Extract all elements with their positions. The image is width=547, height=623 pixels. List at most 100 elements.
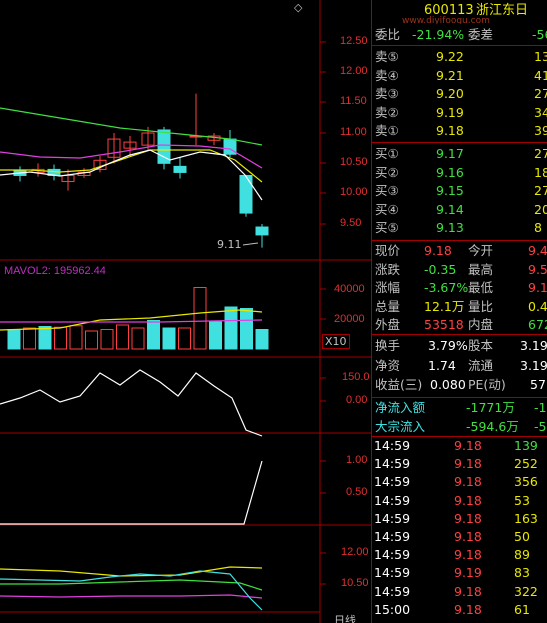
- volume-bar: [162, 327, 176, 350]
- buy-price: 9.17: [436, 146, 464, 161]
- price-tick: 10.50: [340, 156, 368, 168]
- stat-label: 现价: [375, 243, 401, 258]
- stat-value: 9.5: [528, 261, 547, 277]
- volume-bar: [85, 330, 98, 350]
- buy-row[interactable]: 买② 9.16 18: [372, 164, 547, 182]
- weibi-row: 委比 -21.94% 委差 -56: [372, 26, 547, 44]
- sell-price: 9.21: [436, 67, 464, 83]
- tick-volume: 83: [514, 565, 530, 581]
- volume-tick: 40000: [334, 283, 365, 295]
- buy-row[interactable]: 买① 9.17 27: [372, 145, 547, 163]
- weicha-label: 委差: [468, 27, 494, 42]
- buy-volume: 27: [534, 146, 547, 161]
- sell-row[interactable]: 卖③ 9.20 27: [372, 85, 547, 103]
- indicator2-tick: 0.50: [346, 486, 368, 498]
- tick-volume: 139: [514, 438, 538, 453]
- price-tick: 10.00: [340, 186, 368, 198]
- tick-row[interactable]: 14:59 9.18 322: [372, 583, 547, 601]
- volume-tick: 20000: [334, 313, 365, 325]
- tick-price: 9.18: [454, 547, 482, 563]
- buy-volume: 27: [534, 183, 547, 198]
- tick-row[interactable]: 14:59 9.18 252: [372, 455, 547, 473]
- price-tick: 12.50: [340, 35, 368, 47]
- buy-label: 买①: [375, 146, 399, 161]
- annotation-arrow: [242, 242, 259, 246]
- info-row[interactable]: 换手 3.79%股本 3.19亿: [372, 337, 547, 355]
- info-row[interactable]: 收益(三) 0.080PE(动) 57.: [372, 376, 547, 394]
- tick-row[interactable]: 14:59 9.18 50: [372, 528, 547, 546]
- tick-row[interactable]: 14:59 9.18 53: [372, 492, 547, 510]
- tick-row[interactable]: 14:59 9.18 356: [372, 473, 547, 491]
- info-row[interactable]: 净资 1.74 流通 3.19亿: [372, 357, 547, 375]
- tick-row[interactable]: 14:59 9.18 163: [372, 510, 547, 528]
- stat-label: 内盘: [468, 317, 494, 332]
- sell-row[interactable]: 卖① 9.18 39: [372, 122, 547, 140]
- sell-label: 卖①: [375, 123, 399, 138]
- low-price-annotation: 9.11: [217, 238, 242, 251]
- tick-row[interactable]: 14:59 9.18 139: [372, 437, 547, 455]
- stat-row[interactable]: 外盘 53518 内盘 6721: [372, 316, 547, 334]
- stat-label: 最低: [468, 280, 494, 295]
- info-value: 3.79%: [428, 338, 468, 353]
- buy-price: 9.15: [436, 183, 464, 198]
- flow-row[interactable]: 净流入额 -1771万 -16: [372, 399, 547, 417]
- flow-value: -594.6万: [466, 418, 519, 434]
- sell-volume: 34: [534, 104, 547, 120]
- sell-row[interactable]: 卖② 9.19 34: [372, 104, 547, 122]
- chart-area[interactable]: [0, 0, 371, 623]
- indicator3-tick: 10.50: [341, 577, 369, 589]
- tick-price: 9.18: [454, 510, 482, 526]
- sell-label: 卖④: [375, 67, 399, 83]
- volume-bar: [54, 326, 67, 350]
- volume-bar: [178, 327, 191, 350]
- info-value: 3.19亿: [520, 338, 547, 353]
- info-label: 股本: [468, 338, 494, 353]
- diamond-icon[interactable]: ◇: [294, 1, 302, 14]
- weibi-value: -21.94%: [412, 27, 465, 42]
- volume-unit-label: X10: [322, 334, 350, 349]
- sell-label: 卖②: [375, 104, 399, 120]
- stat-row[interactable]: 涨幅 -3.67% 最低 9.1: [372, 279, 547, 297]
- indicator3-line-c: [0, 579, 263, 591]
- volume-bar: [193, 287, 207, 350]
- tick-volume: 322: [514, 583, 538, 599]
- period-label[interactable]: 日线: [334, 612, 356, 623]
- volume-bar: [100, 329, 114, 350]
- buy-row[interactable]: 买④ 9.14 20: [372, 201, 547, 219]
- candle-body: [255, 226, 269, 236]
- info-label: 收益(三): [375, 377, 423, 392]
- candle-body: [239, 174, 253, 214]
- info-label: 净资: [375, 357, 401, 373]
- stat-value: 12.1万: [424, 298, 465, 314]
- tick-row[interactable]: 15:00 9.18 61: [372, 601, 547, 619]
- stat-row[interactable]: 涨跌 -0.35 最高 9.5: [372, 261, 547, 279]
- stat-value: 0.4: [528, 298, 547, 314]
- buy-volume: 18: [534, 164, 547, 180]
- tick-price: 9.18: [454, 438, 482, 453]
- flow-row[interactable]: 大宗流入 -594.6万 -5: [372, 418, 547, 436]
- tick-row[interactable]: 14:59 9.18 89: [372, 546, 547, 564]
- sell-volume: 41: [534, 67, 547, 83]
- stat-row[interactable]: 总量 12.1万 量比 0.4: [372, 298, 547, 316]
- indicator3-line-d: [0, 570, 263, 611]
- sell-row[interactable]: 卖④ 9.21 41: [372, 67, 547, 85]
- buy-row[interactable]: 买③ 9.15 27: [372, 182, 547, 200]
- tick-volume: 163: [514, 510, 538, 526]
- stat-row[interactable]: 现价 9.18 今开 9.4: [372, 242, 547, 260]
- candle-body: [157, 129, 171, 164]
- sell-price: 9.19: [436, 104, 464, 120]
- ma60-line: [0, 107, 263, 146]
- stat-label: 量比: [468, 298, 494, 314]
- sell-row[interactable]: 卖⑤ 9.22 13: [372, 48, 547, 66]
- indicator1-line: [0, 369, 263, 437]
- tick-volume: 61: [514, 601, 530, 617]
- tick-time: 14:59: [374, 510, 411, 526]
- tick-volume: 356: [514, 474, 538, 490]
- tick-time: 15:00: [374, 601, 411, 617]
- stat-label: 外盘: [375, 317, 401, 332]
- buy-label: 买⑤: [375, 220, 399, 235]
- buy-row[interactable]: 买⑤ 9.13 8: [372, 219, 547, 237]
- indicator2-line: [0, 460, 263, 525]
- tick-row[interactable]: 14:59 9.19 83: [372, 564, 547, 582]
- tick-time: 14:59: [374, 547, 411, 563]
